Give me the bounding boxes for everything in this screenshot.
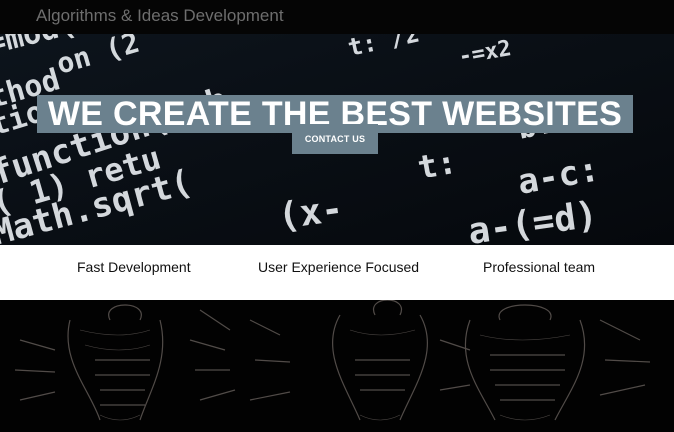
features-strip: Fast Development User Experience Focused… [0, 245, 674, 300]
brand-logo-link[interactable]: Algorithms & Ideas Development [36, 6, 284, 26]
contact-us-button[interactable]: CONTACT US [292, 124, 378, 154]
feature-fast-development: Fast Development [77, 259, 191, 275]
lightbulb-sketch-image [0, 300, 674, 432]
top-navbar: Algorithms & Ideas Development [0, 0, 674, 34]
feature-professional-team: Professional team [483, 259, 596, 275]
hero-section: =mod( on (2 thod tion function(a,b ( 1) … [0, 34, 674, 245]
lightbulb-background-section [0, 300, 674, 432]
svg-text:t:: t: [415, 143, 460, 187]
feature-user-experience: User Experience Focused [258, 259, 420, 275]
